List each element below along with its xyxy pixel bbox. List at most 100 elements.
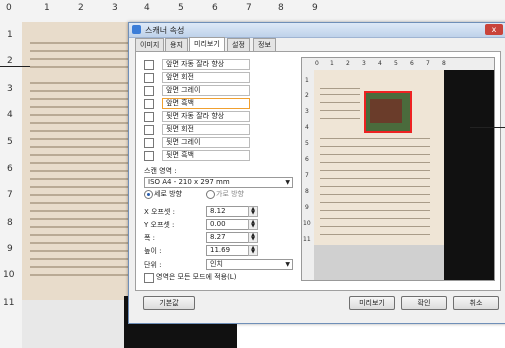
ok-button[interactable]: 확인 <box>401 296 447 310</box>
checkbox[interactable] <box>144 125 154 135</box>
checkbox[interactable] <box>144 99 154 109</box>
preview-ruler-horizontal: 0 1 2 3 4 5 6 7 8 <box>302 58 494 70</box>
unit-select[interactable]: 인치 ▼ <box>206 259 293 270</box>
default-button[interactable]: 기본값 <box>143 296 195 310</box>
crop-selection-box[interactable] <box>364 91 412 133</box>
ruler-tick: 3 <box>362 60 366 67</box>
ruler-tick: 6 <box>212 3 218 13</box>
ruler-tick: 0 <box>315 60 319 67</box>
preview-ruler-vertical: 1 2 3 4 5 6 7 8 9 10 11 <box>302 70 314 280</box>
horizontal-ruler: 0 1 2 3 4 5 6 7 8 9 <box>0 0 505 23</box>
ruler-tick: 1 <box>7 30 13 40</box>
option-label: 뒷면 흑백 <box>162 150 250 161</box>
crop-photo <box>370 99 402 123</box>
tab-paper[interactable]: 용지 <box>165 38 188 51</box>
unit-value: 인치 <box>210 260 223 268</box>
tab-image[interactable]: 이미지 <box>135 38 165 51</box>
scanner-properties-dialog: 스캐너 속성 x 이미지 용지 미리보기 설정 정보 앞면 자동 잘라 향상 앞… <box>128 22 505 324</box>
height-label: 높이 : <box>144 247 162 255</box>
portrait-label: 세로 방향 <box>154 190 182 198</box>
scan-area-value: ISO A4 - 210 x 297 mm <box>148 178 230 186</box>
ruler-tick: 7 <box>246 3 252 13</box>
ruler-tick: 6 <box>7 164 13 174</box>
ruler-tick: 5 <box>394 60 398 67</box>
ruler-tick: 6 <box>305 156 309 163</box>
ruler-tick: 9 <box>312 3 318 13</box>
apply-all-checkbox[interactable] <box>144 273 154 283</box>
option-label: 앞면 자동 잘라 향상 <box>162 59 250 70</box>
preview-black-area <box>444 70 494 280</box>
vertical-ruler: 1 2 3 4 5 6 7 8 9 10 11 <box>0 22 23 348</box>
ruler-tick: 5 <box>305 140 309 147</box>
x-offset-input[interactable]: 8.12 <box>206 206 249 217</box>
preview-area[interactable]: 0 1 2 3 4 5 6 7 8 1 2 3 4 5 6 7 8 9 10 1… <box>301 57 495 281</box>
tab-settings[interactable]: 설정 <box>227 38 250 51</box>
ruler-tick: 10 <box>303 220 311 227</box>
ruler-tick: 7 <box>426 60 430 67</box>
checkbox[interactable] <box>144 112 154 122</box>
preview-bottom-area <box>314 245 444 280</box>
ruler-tick: 1 <box>44 3 50 13</box>
y-offset-stepper[interactable]: ▲ ▼ <box>248 219 258 230</box>
y-offset-label: Y 오프셋 : <box>144 221 175 229</box>
ruler-tick: 4 <box>7 110 13 120</box>
dialog-title: 스캐너 속성 <box>145 26 185 35</box>
ruler-tick: 5 <box>178 3 184 13</box>
checkbox[interactable] <box>144 138 154 148</box>
ruler-tick: 0 <box>6 3 12 13</box>
ruler-tick: 8 <box>442 60 446 67</box>
option-label: 앞면 회전 <box>162 72 250 83</box>
scan-area-select[interactable]: ISO A4 - 210 x 297 mm ▼ <box>144 177 293 188</box>
width-input[interactable]: 8.27 <box>206 232 249 243</box>
option-label: 뒷면 그레이 <box>162 137 250 148</box>
checkbox[interactable] <box>144 151 154 161</box>
ruler-tick: 7 <box>305 172 309 179</box>
ruler-tick: 10 <box>3 270 15 280</box>
height-stepper[interactable]: ▲ ▼ <box>248 245 258 256</box>
ruler-tick: 8 <box>278 3 284 13</box>
option-label: 뒷면 자동 잘라 향상 <box>162 111 250 122</box>
landscape-radio[interactable] <box>206 190 215 199</box>
width-label: 폭 : <box>144 234 156 242</box>
ruler-tick: 3 <box>7 84 13 94</box>
close-button[interactable]: x <box>485 24 503 35</box>
dialog-titlebar: 스캐너 속성 x <box>129 23 505 38</box>
preview-tab-panel: 앞면 자동 잘라 향상 앞면 회전 앞면 그레이 앞면 흑백 뒷면 자동 잘라 … <box>135 51 501 291</box>
chevron-down-icon: ▼ <box>285 179 290 186</box>
checkbox[interactable] <box>144 86 154 96</box>
ruler-tick: 4 <box>305 124 309 131</box>
chevron-down-icon: ▼ <box>285 261 290 268</box>
ruler-tick: 8 <box>305 188 309 195</box>
page-bottom-margin <box>22 300 124 348</box>
portrait-radio[interactable] <box>144 190 153 199</box>
ruler-tick: 1 <box>330 60 334 67</box>
ruler-tick: 5 <box>7 137 13 147</box>
ruler-tick: 6 <box>410 60 414 67</box>
cancel-button[interactable]: 취소 <box>453 296 499 310</box>
option-label: 뒷면 회전 <box>162 124 250 135</box>
y-offset-input[interactable]: 0.00 <box>206 219 249 230</box>
ruler-tick: 11 <box>303 236 311 243</box>
ruler-tick: 2 <box>7 56 13 66</box>
ruler-tick: 2 <box>305 92 309 99</box>
ruler-tick: 11 <box>3 298 15 308</box>
landscape-label: 가로 방향 <box>216 190 244 198</box>
ruler-tick: 2 <box>346 60 350 67</box>
guide-line <box>0 66 30 67</box>
ruler-tick: 2 <box>78 3 84 13</box>
x-offset-stepper[interactable]: ▲ ▼ <box>248 206 258 217</box>
x-offset-label: X 오프셋 : <box>144 208 175 216</box>
option-label: 앞면 그레이 <box>162 85 250 96</box>
width-stepper[interactable]: ▲ ▼ <box>248 232 258 243</box>
ruler-tick: 3 <box>112 3 118 13</box>
unit-label: 단위 : <box>144 261 162 269</box>
scan-area-label: 스캔 영역 : <box>144 167 177 175</box>
tab-preview[interactable]: 미리보기 <box>189 37 225 51</box>
height-input[interactable]: 11.69 <box>206 245 249 256</box>
preview-button[interactable]: 미리보기 <box>349 296 395 310</box>
tab-info[interactable]: 정보 <box>253 38 276 51</box>
checkbox[interactable] <box>144 60 154 70</box>
ruler-tick: 4 <box>378 60 382 67</box>
scanner-icon <box>132 25 141 34</box>
checkbox[interactable] <box>144 73 154 83</box>
